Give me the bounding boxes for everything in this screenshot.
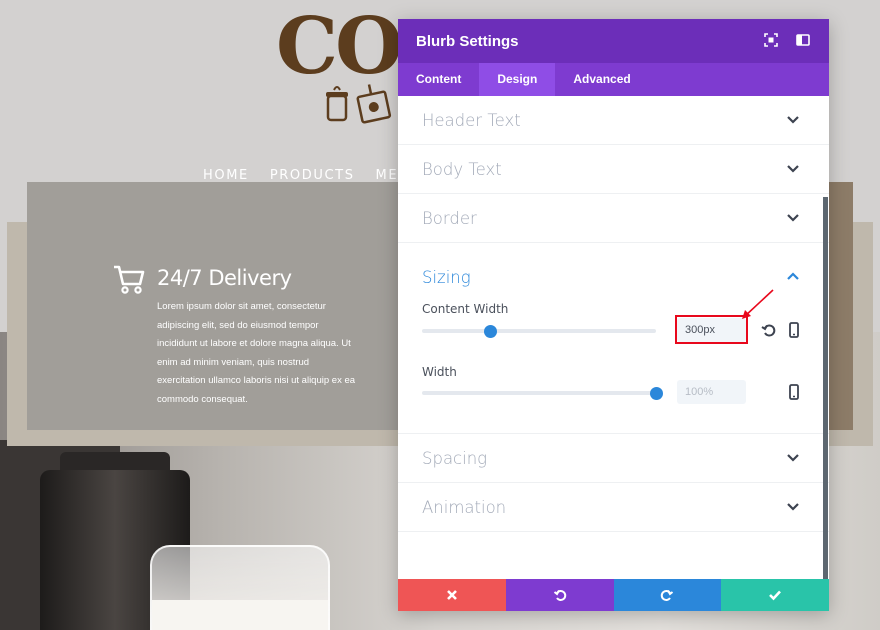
content-width-label: Content Width [422,302,509,316]
section-border[interactable]: Border [398,194,829,243]
modal-footer [398,579,829,611]
section-animation[interactable]: Animation [398,483,829,532]
mobile-device-icon[interactable] [786,322,802,338]
tab-advanced[interactable]: Advanced [555,63,648,96]
width-label: Width [422,365,457,379]
modal-title: Blurb Settings [416,32,519,50]
tab-design[interactable]: Design [479,63,556,96]
width-slider[interactable] [422,387,663,400]
content-width-slider[interactable] [422,325,656,338]
width-input[interactable]: 100% [677,380,746,404]
undo-button[interactable] [505,579,614,611]
save-check-icon [769,590,782,601]
blurb-body-text: Lorem ipsum dolor sit amet, consectetur … [157,301,356,405]
chevron-down-icon [787,214,799,222]
split-view-icon[interactable] [796,33,810,47]
section-spacing[interactable]: Spacing [398,434,829,483]
mobile-device-icon[interactable] [786,384,802,400]
discard-button[interactable] [398,579,506,611]
chevron-down-icon [787,116,799,124]
width-slider-handle[interactable] [650,387,663,400]
annotation-arrow-icon [742,289,774,319]
redo-icon [661,590,674,601]
chevron-down-icon [787,454,799,462]
reset-icon[interactable] [761,322,777,338]
content-width-slider-handle[interactable] [483,325,497,338]
blurb-title: 24/7 Delivery [157,266,292,290]
tab-content[interactable]: Content [398,63,479,96]
section-label-sizing[interactable]: Sizing [422,268,471,287]
shopping-cart-icon [114,265,145,294]
logo-coffee-art-icon [326,84,392,124]
chevron-down-icon [787,165,799,173]
nav-home[interactable]: HOME [203,168,249,183]
settings-tabs: Content Design Advanced [398,63,829,96]
panel-scrollbar[interactable] [823,197,828,579]
redo-button[interactable] [613,579,722,611]
undo-icon [553,590,566,601]
section-body-text[interactable]: Body Text [398,145,829,194]
settings-panel: Header Text Body Text Border Sizing Cont… [398,96,829,579]
modal-header: Blurb Settings [398,19,829,63]
section-label: Header Text [422,111,521,130]
milk-image [152,600,328,630]
site-logo[interactable]: CO [276,8,403,86]
section-label: Spacing [422,449,488,468]
section-label: Body Text [422,160,502,179]
blurb-module[interactable]: 24/7 Delivery Lorem ipsum dolor sit amet… [27,182,427,430]
chevron-up-icon[interactable] [786,271,800,281]
site-nav: HOME PRODUCTS MEN [203,168,410,183]
section-label: Animation [422,498,507,517]
expand-icon[interactable] [764,33,778,47]
save-button[interactable] [721,579,829,611]
nav-products[interactable]: PRODUCTS [270,168,355,183]
section-label: Border [422,209,477,228]
chevron-down-icon [787,503,799,511]
section-sizing: Sizing Content Width 300px Width 100% [398,243,829,434]
discard-icon [446,590,457,600]
section-header-text[interactable]: Header Text [398,96,829,145]
